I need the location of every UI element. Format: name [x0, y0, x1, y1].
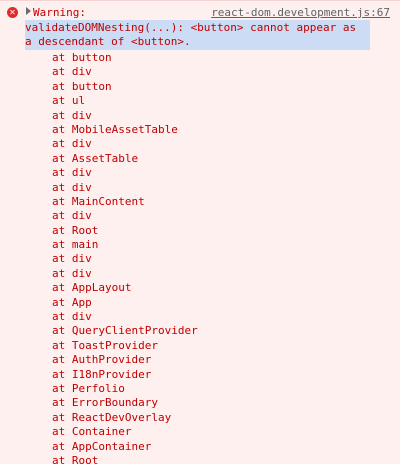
stack-frame-prefix: at	[52, 108, 66, 122]
stack-frame-prefix: at	[52, 122, 66, 136]
stack-frame: at Perfolio	[52, 382, 198, 396]
stack-frame-component: div	[71, 252, 92, 266]
stack-frame: at div	[52, 209, 198, 223]
error-circle-icon: ✕	[7, 7, 18, 18]
stack-frame-prefix: at	[52, 396, 66, 410]
stack-frame: at div	[52, 252, 198, 266]
stack-frame-prefix: at	[52, 338, 66, 352]
stack-frame-prefix: at	[52, 166, 66, 180]
stack-frame: at ToastProvider	[52, 339, 198, 353]
stack-frame-prefix: at	[52, 381, 66, 395]
stack-frame: at AuthProvider	[52, 353, 198, 367]
stack-frame-component: div	[71, 266, 92, 280]
stack-frame-prefix: at	[52, 151, 66, 165]
stack-frame: at AppLayout	[52, 281, 198, 295]
stack-frame-prefix: at	[52, 295, 66, 309]
stack-frame: at button	[52, 51, 198, 65]
stack-frame-component: div	[71, 310, 92, 324]
stack-frame: at div	[52, 137, 198, 151]
stack-frame-prefix: at	[52, 410, 66, 424]
stack-frame-prefix: at	[52, 425, 66, 439]
stack-frame-component: ul	[71, 94, 86, 108]
stack-frame: at ul	[52, 94, 198, 108]
stack-frame: at AssetTable	[52, 152, 198, 166]
stack-frame-component: MobileAssetTable	[71, 122, 178, 136]
error-message: validateDOMNesting(...): <button> cannot…	[25, 20, 370, 50]
component-stack-trace: at button at div at button at ul at div at Mo…	[52, 51, 198, 464]
expand-triangle-icon[interactable]	[26, 7, 31, 15]
stack-frame-component: main	[71, 238, 99, 252]
stack-frame: at div	[52, 267, 198, 281]
stack-frame-component: div	[71, 180, 92, 194]
stack-frame-component: Root	[71, 223, 99, 237]
stack-frame-prefix: at	[52, 223, 66, 237]
stack-frame-component: I18nProvider	[71, 367, 152, 381]
stack-frame: at div	[52, 109, 198, 123]
stack-frame: at main	[52, 238, 198, 252]
stack-frame-prefix: at	[52, 266, 66, 280]
stack-frame-prefix: at	[52, 194, 66, 208]
stack-frame-component: App	[71, 295, 92, 309]
stack-frame-prefix: at	[52, 94, 66, 108]
stack-frame: at Container	[52, 425, 198, 439]
stack-frame-component: div	[71, 65, 92, 79]
stack-frame: at Root	[52, 224, 198, 238]
console-error-entry: ✕ Warning: react-dom.development.js:67 v…	[0, 0, 400, 464]
stack-frame: at div	[52, 181, 198, 195]
stack-frame-component: QueryClientProvider	[71, 324, 198, 338]
stack-frame-prefix: at	[52, 252, 66, 266]
stack-frame-component: MainContent	[71, 194, 145, 208]
stack-frame-prefix: at	[52, 65, 66, 79]
stack-frame-component: ErrorBoundary	[71, 396, 158, 410]
stack-frame-prefix: at	[52, 310, 66, 324]
stack-frame-prefix: at	[52, 209, 66, 223]
stack-frame: at ReactDevOverlay	[52, 411, 198, 425]
stack-frame-prefix: at	[52, 137, 66, 151]
stack-frame-component: div	[71, 137, 92, 151]
stack-frame-component: button	[71, 79, 112, 93]
stack-frame-component: ToastProvider	[71, 338, 158, 352]
stack-frame: at div	[52, 166, 198, 180]
stack-frame-component: AssetTable	[71, 151, 139, 165]
stack-frame-component: AppContainer	[71, 439, 152, 453]
stack-frame-prefix: at	[52, 353, 66, 367]
stack-frame-component: Root	[71, 453, 99, 464]
stack-frame-component: ReactDevOverlay	[71, 410, 172, 424]
stack-frame-prefix: at	[52, 324, 66, 338]
stack-frame: at QueryClientProvider	[52, 324, 198, 338]
stack-frame-prefix: at	[52, 453, 66, 464]
stack-frame-component: AuthProvider	[71, 353, 152, 367]
stack-frame: at MainContent	[52, 195, 198, 209]
stack-frame: at AppContainer	[52, 440, 198, 454]
error-message-line-1: validateDOMNesting(...): <button> cannot…	[25, 21, 357, 34]
warning-label: Warning:	[33, 6, 86, 19]
stack-frame-prefix: at	[52, 238, 66, 252]
stack-frame-prefix: at	[52, 439, 66, 453]
stack-frame: at div	[52, 65, 198, 79]
stack-frame: at App	[52, 296, 198, 310]
error-message-line-2: a descendant of <button>.	[25, 35, 191, 48]
stack-frame-component: Container	[71, 425, 132, 439]
stack-frame-component: Perfolio	[71, 381, 125, 395]
stack-frame: at I18nProvider	[52, 368, 198, 382]
stack-frame-prefix: at	[52, 51, 66, 64]
stack-frame-prefix: at	[52, 281, 66, 295]
stack-frame-component: div	[71, 209, 92, 223]
stack-frame-component: div	[71, 108, 92, 122]
stack-frame-component: button	[71, 51, 112, 64]
stack-frame-component: AppLayout	[71, 281, 132, 295]
stack-frame: at MobileAssetTable	[52, 123, 198, 137]
stack-frame: at button	[52, 80, 198, 94]
source-location-link[interactable]: react-dom.development.js:67	[211, 6, 390, 20]
stack-frame: at ErrorBoundary	[52, 396, 198, 410]
stack-frame-prefix: at	[52, 180, 66, 194]
stack-frame-component: div	[71, 166, 92, 180]
stack-frame-prefix: at	[52, 367, 66, 381]
stack-frame: at div	[52, 310, 198, 324]
stack-frame-prefix: at	[52, 79, 66, 93]
stack-frame: at Root	[52, 454, 198, 464]
